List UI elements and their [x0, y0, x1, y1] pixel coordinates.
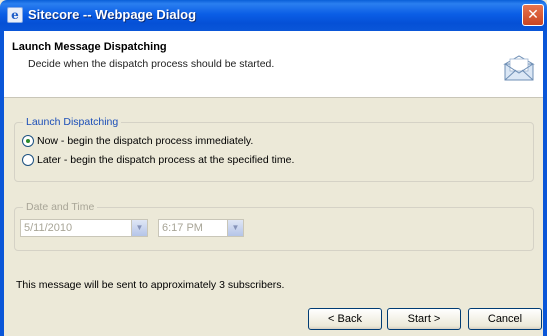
chevron-down-icon[interactable]: ▼ [227, 220, 243, 236]
close-button[interactable]: ✕ [522, 4, 544, 26]
ie-icon: e [7, 7, 23, 23]
radio-now-row[interactable]: Now - begin the dispatch process immedia… [22, 135, 253, 147]
window-title: Sitecore -- Webpage Dialog [28, 7, 197, 22]
header-title: Launch Message Dispatching [12, 41, 167, 53]
time-value: 6:17 PM [162, 222, 203, 234]
radio-later-row[interactable]: Later - begin the dispatch process at th… [22, 154, 294, 166]
date-select[interactable]: 5/11/2010 ▼ [20, 219, 148, 237]
start-button[interactable]: Start > [387, 308, 461, 330]
chevron-down-icon[interactable]: ▼ [131, 220, 147, 236]
radio-now-label[interactable]: Now - begin the dispatch process immedia… [37, 135, 253, 147]
dialog-header: Launch Message Dispatching Decide when t… [4, 31, 543, 98]
radio-later-label[interactable]: Later - begin the dispatch process at th… [37, 154, 294, 166]
date-time-legend: Date and Time [23, 201, 98, 213]
dialog-content: Launch Dispatching Now - begin the dispa… [4, 98, 543, 336]
envelope-icon [503, 55, 535, 81]
header-subtitle: Decide when the dispatch process should … [28, 58, 275, 70]
date-value: 5/11/2010 [24, 222, 73, 234]
radio-now[interactable] [22, 135, 34, 147]
time-select[interactable]: 6:17 PM ▼ [158, 219, 244, 237]
title-bar[interactable]: e Sitecore -- Webpage Dialog ✕ [0, 0, 547, 31]
subscriber-message: This message will be sent to approximate… [16, 279, 285, 291]
back-button[interactable]: < Back [308, 308, 382, 330]
launch-dispatching-group: Launch Dispatching Now - begin the dispa… [14, 116, 534, 182]
radio-later[interactable] [22, 154, 34, 166]
launch-dispatching-legend: Launch Dispatching [23, 116, 122, 128]
window-frame-right [543, 31, 547, 336]
cancel-button[interactable]: Cancel [468, 308, 542, 330]
date-time-group: Date and Time 5/11/2010 ▼ 6:17 PM ▼ [14, 201, 534, 251]
